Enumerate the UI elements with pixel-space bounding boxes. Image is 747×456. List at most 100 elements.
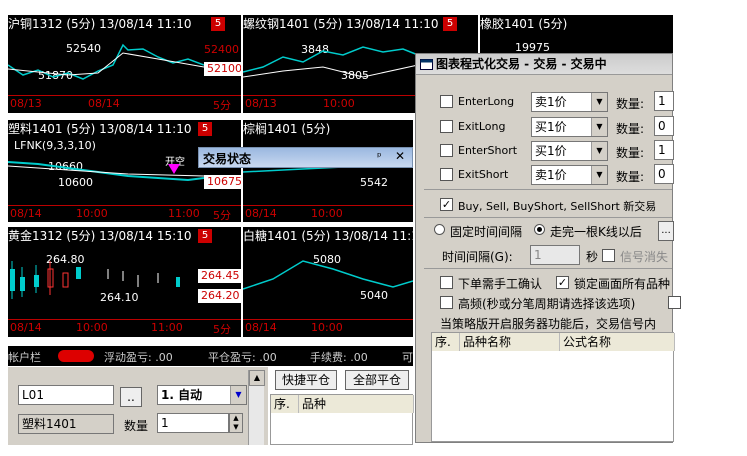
entershort-price-select[interactable]: 买1价 ▼ [531,141,608,161]
enterlong-checkbox[interactable] [440,95,453,108]
date-label: 08/14 [10,207,42,220]
panel-title: 白糖1401 (5分) 13/08/14 11:10 [243,229,413,243]
time-axis [8,205,241,206]
col-header[interactable]: 公式名称 [560,333,675,351]
chart-panel-gold[interactable]: 黄金1312 (5分) 13/08/14 15:10 5 264.80 264.… [8,227,241,337]
panel-title: 沪铜1312 (5分) 13/08/14 11:10 [8,17,192,31]
signal-vanish-label: 信号消失 [620,250,669,264]
symbol-field[interactable]: 塑料1401 [18,414,114,434]
col-header[interactable]: 序. [271,395,299,413]
alert-icon: 5 [198,229,212,243]
interval-label: 时间间隔(G): [442,250,513,264]
panel-title: 塑料1401 (5分) 13/08/14 11:10 [8,122,192,136]
date-label: 08/13 [245,97,277,110]
entershort-checkbox[interactable] [440,144,453,157]
high-freq-checkbox[interactable] [440,296,453,309]
date-label: 11:00 [151,321,183,334]
position-table[interactable]: 序. 品种 [270,394,414,445]
signal-option-label: Buy, Sell, BuyShort, SellShort 新交易 [458,200,657,213]
close-pl: 平仓盈亏: .00 [208,351,277,364]
interval-input[interactable]: 1 [530,245,580,265]
entershort-qty-input[interactable]: 1 [654,140,674,160]
qty-input[interactable]: 1 [157,413,229,433]
panel-title: 橡胶1401 (5分) [480,17,568,31]
panel-title: 棕榈1401 (5分) [243,122,331,136]
qty-label: 数量: [616,146,645,160]
exitshort-label: ExitShort [458,168,509,181]
exitlong-price-select[interactable]: 买1价 ▼ [531,117,608,137]
close-all-button[interactable]: 全部平仓 [345,370,409,390]
scrollbar[interactable]: ▲ [248,370,265,445]
col-header[interactable]: 序. [432,333,460,351]
trade-status-title: 交易状态 [203,152,252,166]
qty-label: 数量: [616,122,645,136]
exitlong-checkbox[interactable] [440,120,453,133]
fixed-interval-radio[interactable] [434,224,445,235]
extra-checkbox[interactable] [668,296,681,309]
chart-panel-rubber[interactable]: 橡胶1401 (5分) 19975 [480,15,673,55]
chevron-down-icon: ▼ [230,386,246,404]
more-options-button[interactable]: ... [658,221,674,241]
account-input[interactable]: L01 [18,385,114,405]
price-tag: 264.20 [198,289,241,303]
period-label: 5分 [213,99,231,112]
bar-complete-radio[interactable] [534,224,545,235]
server-note: 当策略版开启服务器功能后，交易信号内 [440,317,657,331]
date-label: 08/14 [245,321,277,334]
signal-vanish-checkbox[interactable] [602,249,615,262]
seconds-label: 秒 [586,250,599,264]
entershort-label: EnterShort [458,144,518,157]
chart-panel-plastic[interactable]: 塑料1401 (5分) 13/08/14 11:10 5 LFNK(9,3,3,… [8,120,241,222]
strategy-table[interactable]: 序. 品种名称 公式名称 [431,332,675,442]
pin-icon[interactable]: ᵖ [377,150,382,163]
close-icon[interactable]: ✕ [395,149,405,163]
price-line [8,43,204,80]
lock-all-checkbox[interactable]: ✓ [556,276,569,289]
mode-select[interactable]: 1. 自动 ▼ [157,385,247,405]
strategy-trade-window[interactable]: 图表程式化交易 - 交易 - 交易中 EnterLong 卖1价 ▼ 数量: 1 … [415,53,681,443]
fixed-interval-label: 固定时间间隔 [450,225,523,239]
account-browse-button[interactable]: .. [120,387,142,407]
strategy-window-title: 图表程式化交易 - 交易 - 交易中 [416,54,672,75]
time-axis [243,205,413,206]
date-label: 10:00 [323,97,355,110]
alert-icon: 5 [198,122,212,136]
float-pl: 浮动盈亏: .00 [104,351,173,364]
exitshort-checkbox[interactable] [440,168,453,181]
divider [424,217,672,218]
chart-panel-sugar[interactable]: 白糖1401 (5分) 13/08/14 11:10 5080 5040 08/… [243,227,413,337]
signal-option-checkbox[interactable]: ✓ [440,198,453,211]
date-label: 11:00 [168,207,200,220]
col-header[interactable]: 品种 [299,395,414,413]
price-tag: 52100 [204,62,241,76]
trade-status-window[interactable]: 交易状态 ᵖ ✕ [198,147,413,168]
alert-icon: 5 [443,17,457,31]
divider [424,268,672,269]
account-bar-label: 帐户栏 [8,351,41,364]
price-tag: 264.45 [198,269,241,283]
qty-stepper[interactable]: ▲ ▼ [229,413,243,433]
time-axis [8,319,241,320]
chart-panel-copper[interactable]: 沪铜1312 (5分) 13/08/14 11:10 5 52400 52540… [8,15,241,113]
exitlong-qty-input[interactable]: 0 [654,116,674,136]
qty-label: 数量 [124,419,149,433]
exitshort-price-select[interactable]: 卖1价 ▼ [531,165,608,185]
price-tag: 10675 [204,175,241,189]
date-label: 08/14 [245,207,277,220]
chevron-down-icon: ▼ [591,166,607,184]
qty-label: 数量: [616,97,645,111]
price-line [243,260,413,290]
time-axis [8,95,241,96]
more-label: 可 [402,351,413,364]
scroll-up-icon[interactable]: ▲ [249,370,265,386]
exitshort-qty-input[interactable]: 0 [654,164,674,184]
manual-confirm-checkbox[interactable] [440,276,453,289]
quick-close-button[interactable]: 快捷平仓 [275,370,337,390]
enterlong-price-select[interactable]: 卖1价 ▼ [531,92,608,112]
indicator-label: LFNK(9,3,3,10) [14,139,96,152]
exitlong-label: ExitLong [458,120,506,133]
col-header[interactable]: 品种名称 [460,333,560,351]
chart-panel-palm[interactable]: 棕榈1401 (5分) 5542 08/14 10:00 [243,120,413,222]
enterlong-qty-input[interactable]: 1 [654,91,674,111]
panel-title: 螺纹钢1401 (5分) 13/08/14 11:10 [243,17,439,31]
